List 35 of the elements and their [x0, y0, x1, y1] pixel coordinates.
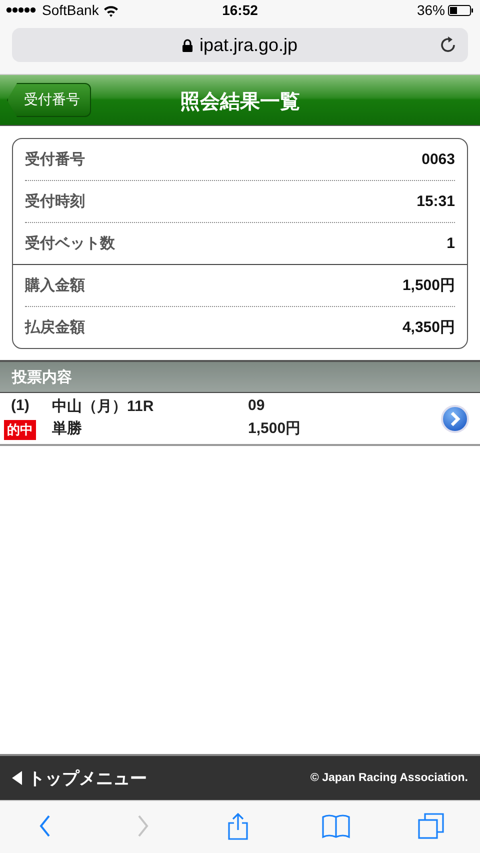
signal-icon [6, 5, 38, 15]
field-value: 1,500円 [402, 276, 455, 295]
selection-number: 09 [248, 396, 265, 416]
address-field[interactable]: ipat.jra.go.jp [12, 28, 468, 62]
left-triangle-icon [12, 771, 22, 785]
field-label: 払戻金額 [25, 318, 85, 337]
section-header: 投票内容 [0, 360, 480, 393]
field-label: 受付時刻 [25, 192, 85, 211]
bet-amount: 1,500円 [248, 418, 301, 438]
page-title: 照会結果一覧 [180, 91, 300, 113]
clock-time: 16:52 [222, 2, 258, 18]
field-value: 15:31 [416, 193, 455, 210]
hit-badge: 的中 [4, 420, 36, 440]
copyright-text: © Japan Racing Association. [310, 772, 468, 784]
field-label: 購入金額 [25, 276, 85, 295]
back-button[interactable]: 受付番号 [7, 83, 91, 117]
wifi-icon [102, 4, 119, 16]
lock-icon [182, 38, 194, 52]
field-value: 0063 [422, 151, 455, 168]
bet-row[interactable]: (1) 中山（月）11R 09 的中 単勝 1,500円 [0, 393, 480, 446]
field-value: 4,350円 [402, 318, 455, 337]
tabs-icon[interactable] [418, 813, 446, 841]
carrier-name: SoftBank [42, 2, 99, 18]
battery-icon [448, 4, 474, 16]
field-label: 受付番号 [25, 150, 85, 169]
bet-type: 単勝 [52, 418, 82, 438]
field-value: 1 [446, 235, 455, 252]
reload-icon[interactable] [440, 36, 458, 54]
book-icon[interactable] [322, 813, 350, 841]
bet-number: (1) [10, 396, 30, 416]
field-label: 受付ベット数 [25, 234, 115, 253]
chevron-right-icon[interactable] [441, 405, 469, 433]
race-name: 中山（月）11R [52, 396, 154, 416]
top-menu-link[interactable]: トップメニュー [12, 766, 147, 790]
battery-percent: 36% [416, 2, 445, 18]
